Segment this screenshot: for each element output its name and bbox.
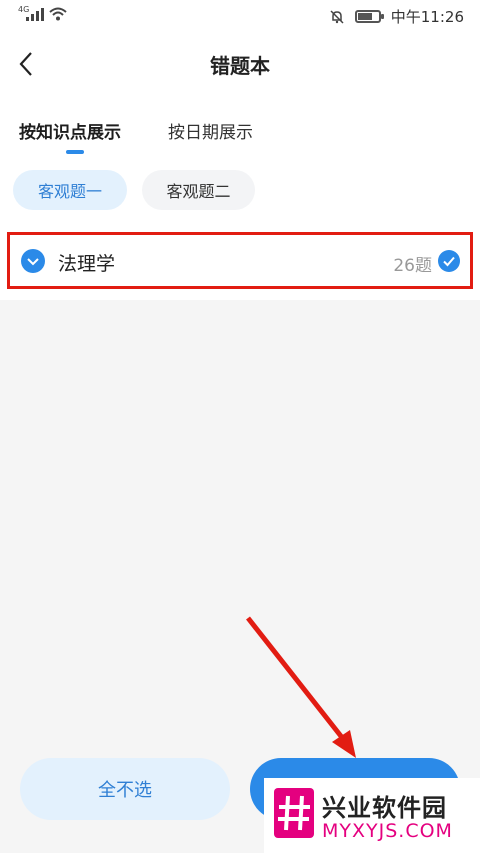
watermark-logo-icon [274, 788, 314, 838]
status-time: 中午11:26 [390, 8, 464, 26]
watermark: 兴业软件园 MYXYJS.COM [264, 778, 480, 853]
watermark-name: 兴业软件园 [322, 794, 447, 822]
chevron-down-circle-icon[interactable] [21, 249, 45, 273]
chip-objective-1[interactable]: 客观题一 [13, 170, 127, 210]
tab-bar: 按知识点展示 按日期展示 [0, 110, 480, 160]
list-item[interactable]: 法理学 26题 [7, 232, 473, 289]
header: 错题本 [0, 34, 480, 94]
page-title: 错题本 [210, 54, 270, 78]
check-circle-icon[interactable] [438, 250, 460, 272]
status-right: 中午11:26 [329, 6, 464, 27]
watermark-url: MYXYJS.COM [322, 820, 453, 842]
list-item-count: 26题 [393, 256, 432, 276]
deselect-all-button[interactable]: 全不选 [20, 758, 230, 820]
status-left: 4G [18, 5, 67, 21]
chip-objective-2[interactable]: 客观题二 [142, 170, 255, 210]
battery-icon [354, 10, 384, 23]
mute-bell-icon [330, 9, 344, 24]
wifi-icon [49, 7, 67, 21]
tab-by-knowledge-point[interactable]: 按知识点展示 [19, 118, 121, 143]
annotation-arrow-icon [246, 616, 356, 758]
active-tab-indicator [66, 150, 84, 154]
status-bar: 4G 中午11:26 [0, 0, 480, 34]
tab-by-date[interactable]: 按日期展示 [168, 118, 253, 143]
network-type: 4G [18, 5, 30, 14]
list-item-label: 法理学 [58, 253, 116, 275]
